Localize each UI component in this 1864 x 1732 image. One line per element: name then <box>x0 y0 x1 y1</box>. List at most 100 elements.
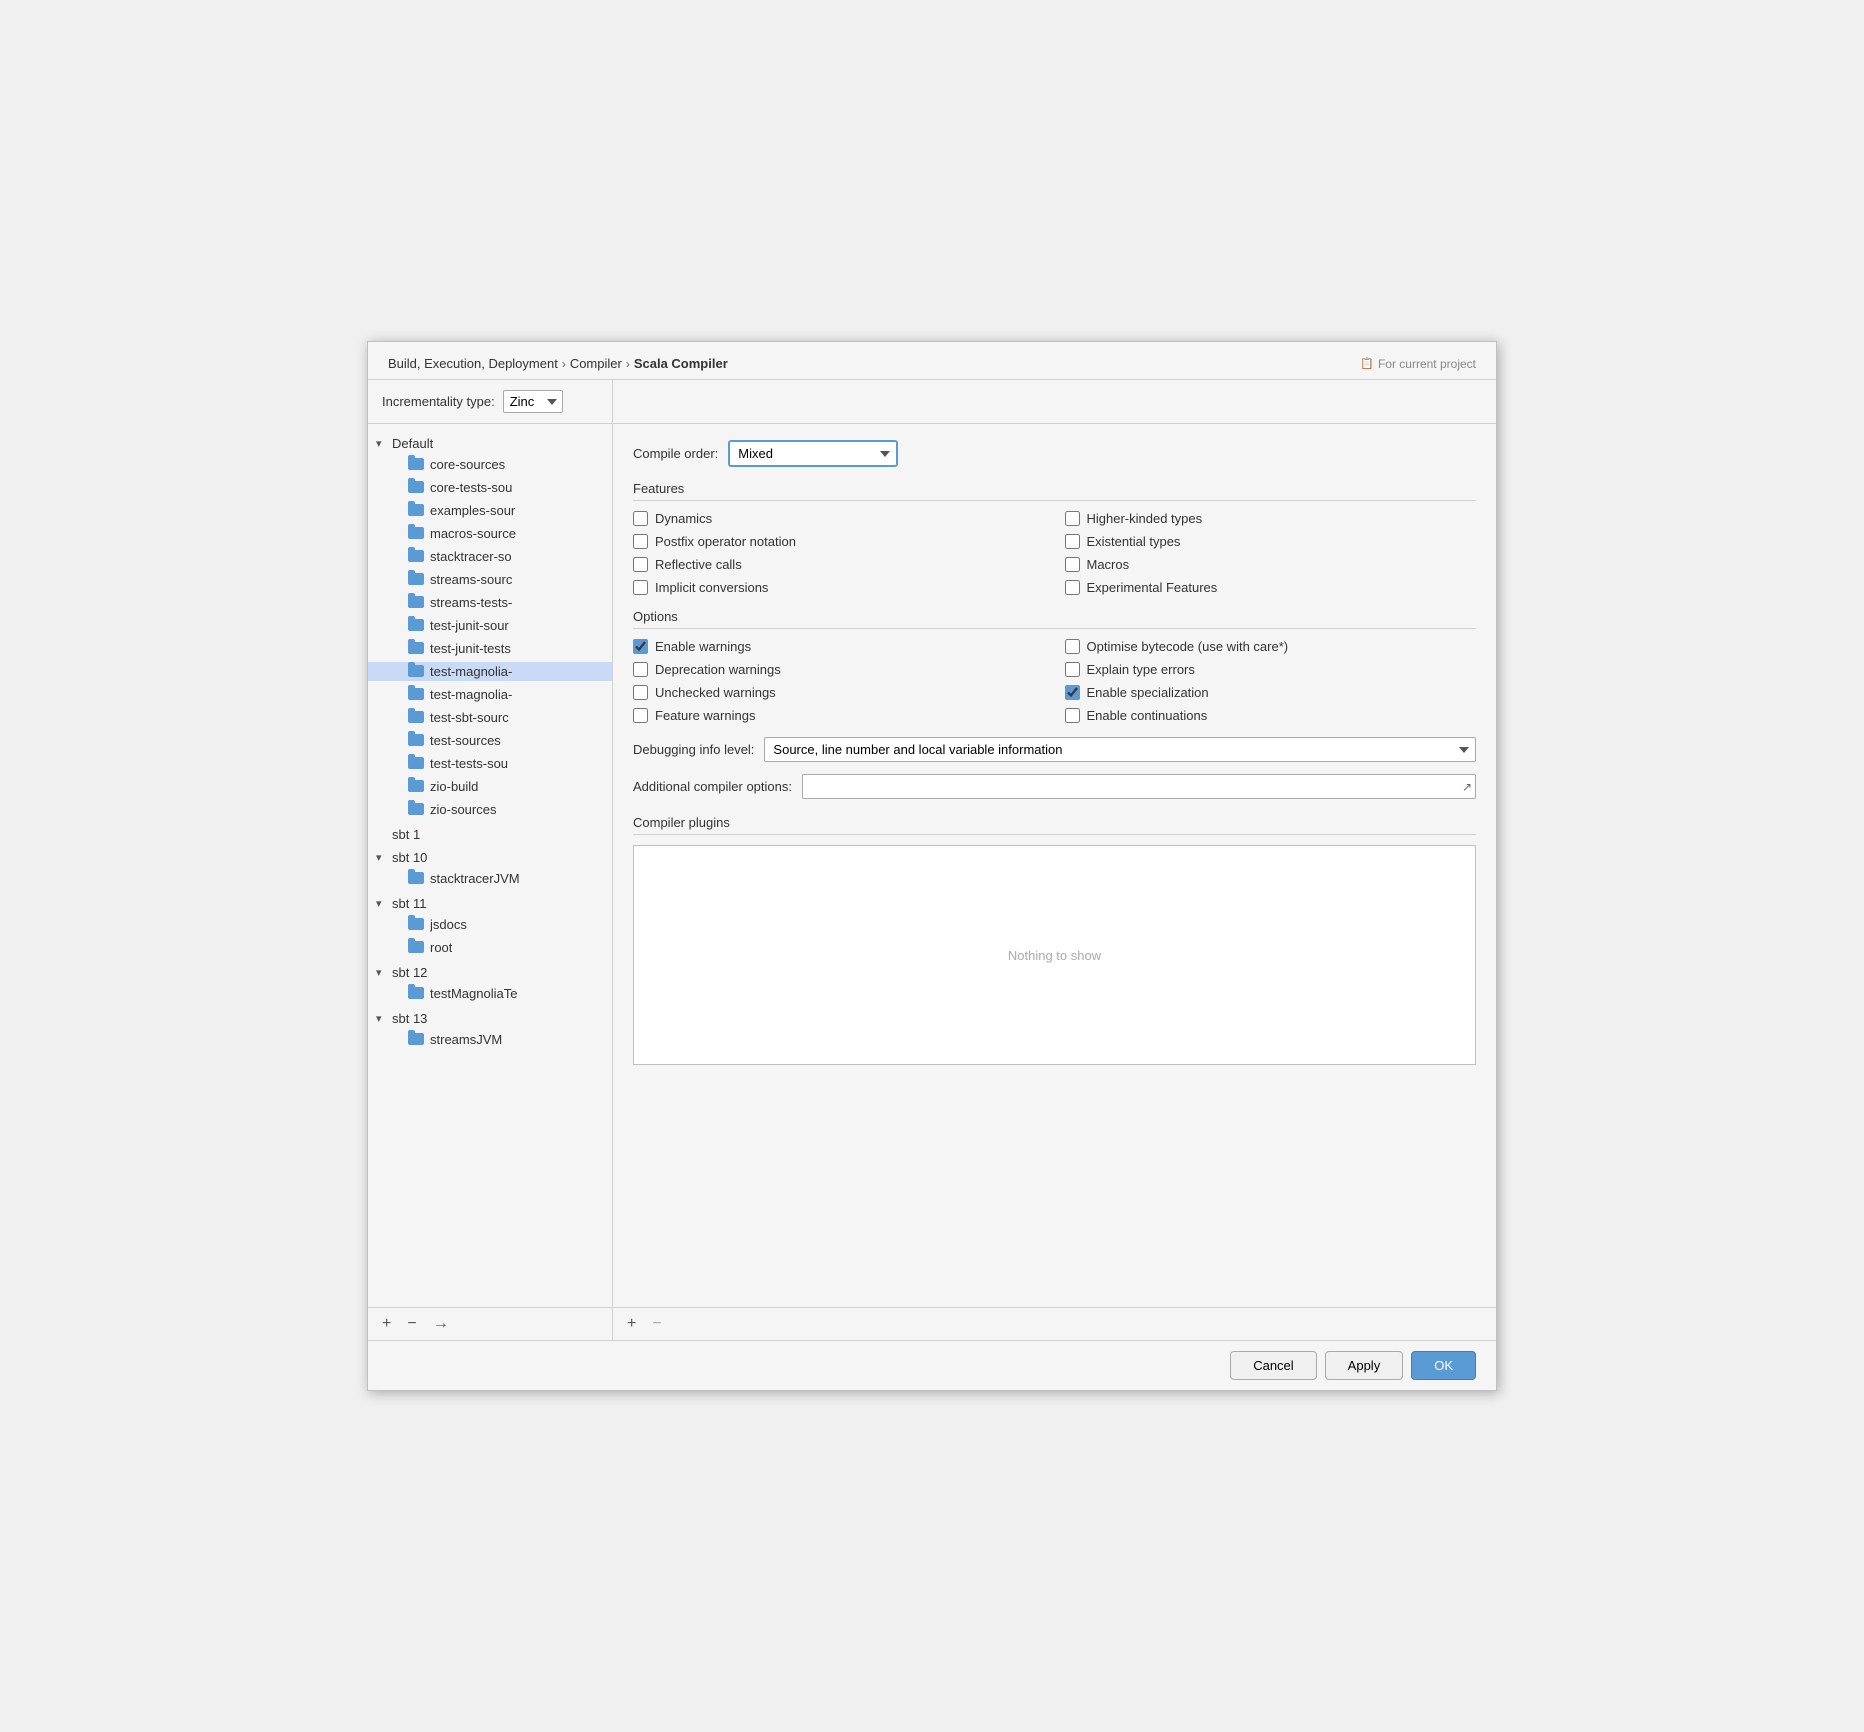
tree-label: root <box>430 940 452 955</box>
tree-children-default: core-sources core-tests-sou <box>368 453 612 821</box>
checkbox-deprecation-input[interactable] <box>633 662 648 677</box>
sidebar-bottom-toolbar: + − → <box>368 1308 613 1340</box>
checkbox-continuations: Enable continuations <box>1065 708 1477 723</box>
tree-row[interactable]: jsdocs <box>368 915 612 934</box>
plugins-empty-label: Nothing to show <box>1008 948 1101 963</box>
checkbox-unchecked: Unchecked warnings <box>633 685 1045 700</box>
checkbox-explain-input[interactable] <box>1065 662 1080 677</box>
tree-item-sbt13: ▾ sbt 13 streamsJVM <box>368 1007 612 1053</box>
dialog-footer: Cancel Apply OK <box>368 1340 1496 1390</box>
tree-toggle-sbt13[interactable]: ▾ <box>376 1012 392 1025</box>
checkbox-deprecation: Deprecation warnings <box>633 662 1045 677</box>
tree-row[interactable]: streams-tests- <box>368 593 612 612</box>
tree-row-sbt13[interactable]: ▾ sbt 13 <box>368 1009 612 1028</box>
cancel-button[interactable]: Cancel <box>1230 1351 1316 1380</box>
tree-toggle-sbt10[interactable]: ▾ <box>376 851 392 864</box>
tree-row-sbt1[interactable]: sbt 1 <box>368 825 612 844</box>
remove-button[interactable]: − <box>401 1312 422 1336</box>
tree-row[interactable]: testMagnoliaTe <box>368 984 612 1003</box>
tree-row[interactable]: test-tests-sou <box>368 754 612 773</box>
checkbox-specialization-input[interactable] <box>1065 685 1080 700</box>
tree-toggle-sbt12[interactable]: ▾ <box>376 966 392 979</box>
tree-label-sbt1: sbt 1 <box>392 827 420 842</box>
tree-row[interactable]: examples-sour <box>368 501 612 520</box>
checkbox-higher-kinded-input[interactable] <box>1065 511 1080 526</box>
tree-row[interactable]: zio-sources <box>368 800 612 819</box>
checkbox-existential-label: Existential types <box>1087 534 1181 549</box>
checkbox-implicit-input[interactable] <box>633 580 648 595</box>
checkbox-optimise-input[interactable] <box>1065 639 1080 654</box>
debug-select[interactable]: Source, line number and local variable i… <box>764 737 1476 762</box>
checkbox-continuations-input[interactable] <box>1065 708 1080 723</box>
checkbox-macros-input[interactable] <box>1065 557 1080 572</box>
additional-row: Additional compiler options: ↗ <box>633 774 1476 799</box>
list-item: test-tests-sou <box>368 752 612 775</box>
checkbox-explain: Explain type errors <box>1065 662 1477 677</box>
tree-row[interactable]: root <box>368 938 612 957</box>
tree-group-default[interactable]: ▾ Default <box>368 434 612 453</box>
add-button[interactable]: + <box>376 1312 397 1336</box>
folder-icon <box>408 780 426 794</box>
compile-order-select[interactable]: Mixed Java then Scala Scala then Java <box>728 440 898 467</box>
apply-button[interactable]: Apply <box>1325 1351 1404 1380</box>
tree-row[interactable]: test-junit-sour <box>368 616 612 635</box>
content-add-button[interactable]: + <box>621 1312 642 1336</box>
checkbox-feature-label: Feature warnings <box>655 708 755 723</box>
expand-icon[interactable]: ↗ <box>1462 780 1472 794</box>
tree-row[interactable]: macros-source <box>368 524 612 543</box>
tree-item-sbt10: ▾ sbt 10 stacktracerJVM <box>368 846 612 892</box>
tree-row[interactable]: test-sbt-sourc <box>368 708 612 727</box>
checkbox-explain-label: Explain type errors <box>1087 662 1195 677</box>
tree-row-sbt12[interactable]: ▾ sbt 12 <box>368 963 612 982</box>
tree-item-sbt1: sbt 1 <box>368 823 612 846</box>
tree-row-selected[interactable]: test-magnolia- <box>368 662 612 681</box>
checkbox-deprecation-label: Deprecation warnings <box>655 662 781 677</box>
folder-icon <box>408 1033 426 1047</box>
tree-children-sbt13: streamsJVM <box>368 1028 612 1051</box>
folder-icon <box>408 642 426 656</box>
tree-row-core-sources[interactable]: core-sources <box>368 455 612 474</box>
tree-row-sbt11[interactable]: ▾ sbt 11 <box>368 894 612 913</box>
checkbox-dynamics-input[interactable] <box>633 511 648 526</box>
tree-row[interactable]: zio-build <box>368 777 612 796</box>
tree-row[interactable]: streams-sourc <box>368 570 612 589</box>
checkbox-enable-warnings: Enable warnings <box>633 639 1045 654</box>
tree-row[interactable]: stacktracerJVM <box>368 869 612 888</box>
tree-label: core-tests-sou <box>430 480 512 495</box>
additional-compiler-options-input[interactable] <box>802 774 1476 799</box>
tree-row[interactable]: core-tests-sou <box>368 478 612 497</box>
checkbox-unchecked-input[interactable] <box>633 685 648 700</box>
tree-row[interactable]: stacktracer-so <box>368 547 612 566</box>
tree-row[interactable]: test-sources <box>368 731 612 750</box>
checkbox-postfix-input[interactable] <box>633 534 648 549</box>
incrementality-select[interactable]: Zinc SBT None <box>503 390 563 413</box>
tree-root: ▾ Default core-sources <box>368 432 612 1053</box>
checkbox-experimental-input[interactable] <box>1065 580 1080 595</box>
options-grid: Enable warnings Optimise bytecode (use w… <box>633 639 1476 723</box>
tree-toggle-sbt11[interactable]: ▾ <box>376 897 392 910</box>
tree-label: core-sources <box>430 457 505 472</box>
dialog-lower: + − → + − <box>368 1307 1496 1340</box>
checkbox-enable-warnings-input[interactable] <box>633 639 648 654</box>
debug-row: Debugging info level: Source, line numbe… <box>633 737 1476 762</box>
checkbox-reflective-input[interactable] <box>633 557 648 572</box>
checkbox-feature-input[interactable] <box>633 708 648 723</box>
main-content: Compile order: Mixed Java then Scala Sca… <box>613 424 1496 1307</box>
tree-label: test-junit-tests <box>430 641 511 656</box>
tree-row[interactable]: test-junit-tests <box>368 639 612 658</box>
ok-button[interactable]: OK <box>1411 1351 1476 1380</box>
tree-toggle-default[interactable]: ▾ <box>376 437 392 450</box>
tree-row-sbt10[interactable]: ▾ sbt 10 <box>368 848 612 867</box>
folder-icon <box>408 550 426 564</box>
content-bottom-toolbar: + − <box>613 1308 1496 1340</box>
checkbox-existential-input[interactable] <box>1065 534 1080 549</box>
tree-row[interactable]: test-magnolia- <box>368 685 612 704</box>
navigate-button[interactable]: → <box>427 1312 455 1336</box>
checkbox-optimise-label: Optimise bytecode (use with care*) <box>1087 639 1289 654</box>
compile-order-row: Compile order: Mixed Java then Scala Sca… <box>633 440 1476 467</box>
folder-icon <box>408 734 426 748</box>
checkbox-feature: Feature warnings <box>633 708 1045 723</box>
content-remove-button[interactable]: − <box>646 1312 667 1336</box>
checkbox-dynamics: Dynamics <box>633 511 1045 526</box>
tree-row[interactable]: streamsJVM <box>368 1030 612 1049</box>
